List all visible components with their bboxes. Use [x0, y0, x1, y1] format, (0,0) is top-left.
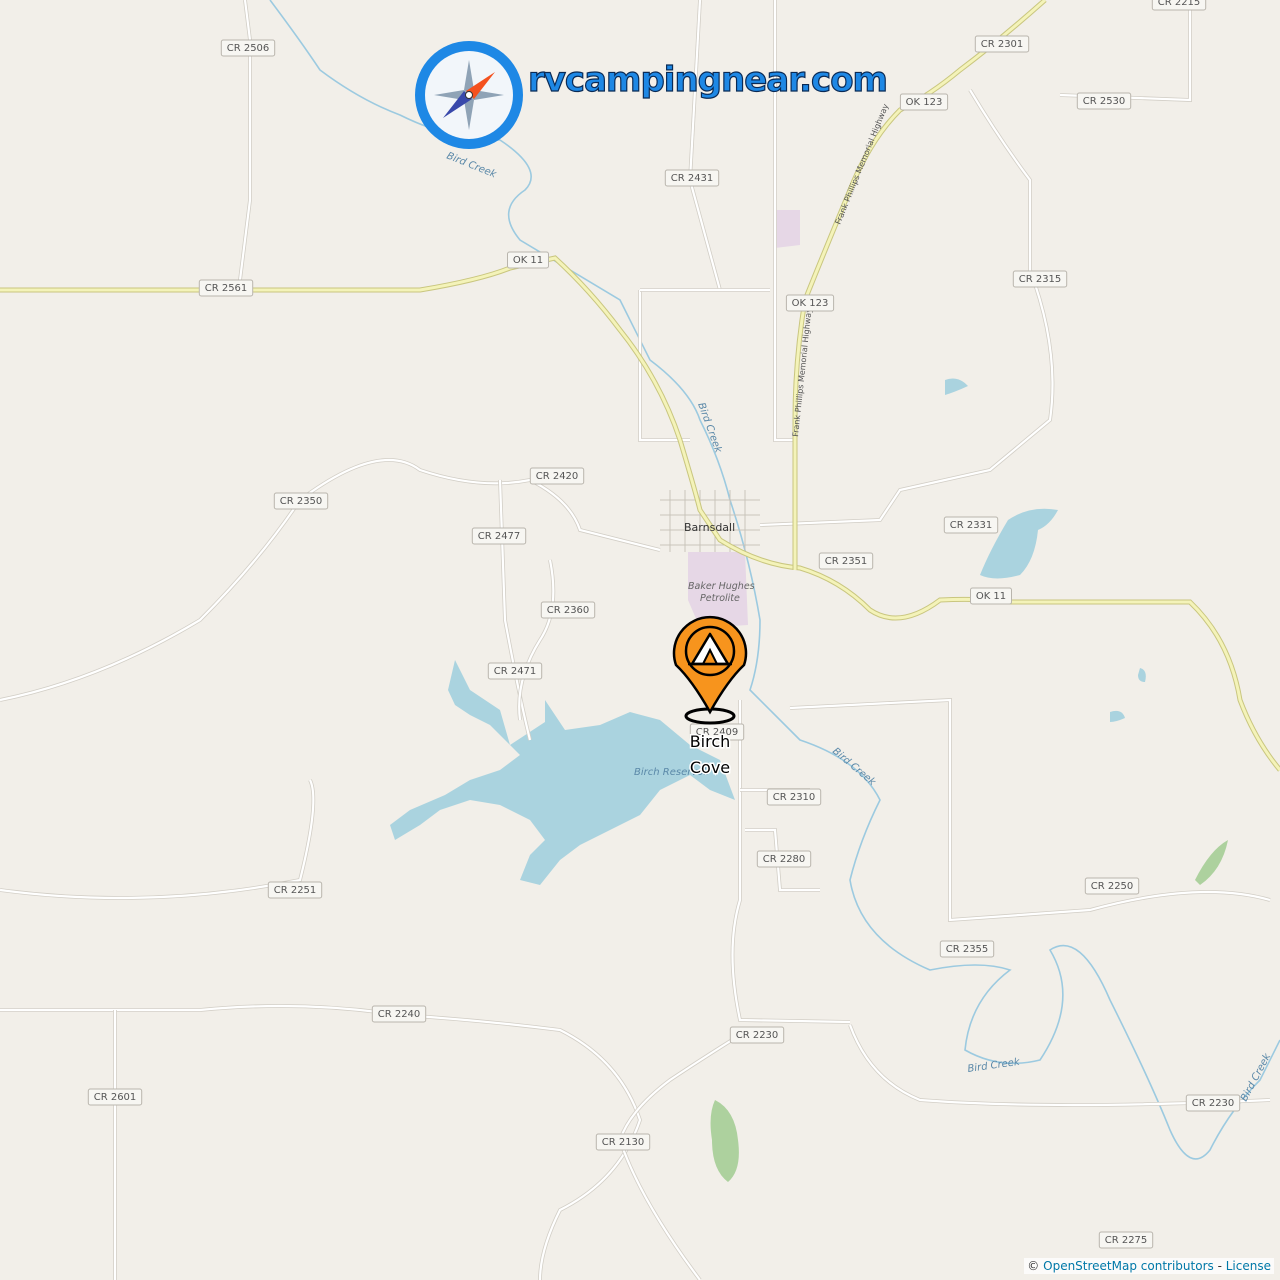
road-shield-label: CR 2240: [378, 1009, 421, 1020]
road-shield-label: CR 2360: [547, 605, 590, 616]
road-shield-label: CR 2230: [1192, 1098, 1235, 1109]
logo-text: rvcampingnear.com: [528, 60, 887, 100]
road-shield-label: CR 2506: [227, 43, 270, 54]
road-shield-label: CR 2561: [205, 283, 248, 294]
osm-contributors-link[interactable]: OpenStreetMap contributors: [1043, 1259, 1214, 1273]
road-shield: CR 2250: [1084, 877, 1140, 895]
copyright-symbol: ©: [1027, 1259, 1040, 1273]
road-shield-label: CR 2130: [602, 1137, 645, 1148]
road-shield-label: OK 11: [976, 591, 1006, 602]
road-shield: CR 2561: [198, 279, 254, 297]
camping-tent-marker-icon: [684, 625, 736, 677]
road-shield: CR 2351: [818, 552, 874, 570]
road-shield: OK 11: [507, 251, 549, 269]
road-shield: CR 2251: [267, 881, 323, 899]
map-canvas[interactable]: Bird Creek Bird Creek Bird Creek Bird Cr…: [0, 0, 1280, 1280]
road-shield: CR 2477: [471, 527, 527, 545]
license-link[interactable]: License: [1226, 1259, 1271, 1273]
road-shield: CR 2506: [220, 39, 276, 57]
map-attribution: © OpenStreetMap contributors - License: [1024, 1258, 1274, 1274]
road-shield: OK 123: [899, 93, 949, 111]
road-shield: CR 2331: [943, 516, 999, 534]
road-shield: CR 2310: [766, 788, 822, 806]
road-shield-label: CR 2230: [736, 1030, 779, 1041]
road-shield-label: CR 2215: [1158, 0, 1201, 8]
road-shield: OK 123: [785, 294, 835, 312]
marker-name-line2: Cove: [690, 758, 730, 777]
road-shield: CR 2360: [540, 601, 596, 619]
facility-label: Petrolite: [700, 593, 740, 604]
road-shield-label: CR 2355: [946, 944, 989, 955]
road-shield: CR 2431: [664, 169, 720, 187]
road-shield: CR 2350: [273, 492, 329, 510]
road-shield: CR 2530: [1076, 92, 1132, 110]
road-shield: CR 2315: [1012, 270, 1068, 288]
road-shield: CR 2301: [974, 35, 1030, 53]
compass-icon: [415, 41, 523, 149]
road-shield-label: CR 2350: [280, 496, 323, 507]
road-shield: CR 2280: [756, 850, 812, 868]
road-shield: OK 11: [970, 587, 1012, 605]
road-shield-label: CR 2250: [1091, 881, 1134, 892]
road-shield-label: CR 2471: [494, 666, 537, 677]
road-shield: CR 2471: [487, 662, 543, 680]
road-shield: CR 2230: [1185, 1094, 1241, 1112]
road-shield-label: CR 2477: [478, 531, 521, 542]
road-shield: CR 2230: [729, 1026, 785, 1044]
facility-label: Baker Hughes: [688, 581, 755, 592]
road-shield-label: CR 2351: [825, 556, 868, 567]
road-shield-label: CR 2431: [671, 173, 714, 184]
road-shield-label: CR 2251: [274, 885, 317, 896]
road-shield-label: OK 11: [513, 255, 543, 266]
road-shield-label: CR 2530: [1083, 96, 1126, 107]
road-shield: CR 2420: [529, 467, 585, 485]
road-shield-label: OK 123: [906, 97, 943, 108]
road-shield-label: CR 2301: [981, 39, 1024, 50]
road-shield-label: OK 123: [792, 298, 829, 309]
road-shield: CR 2215: [1151, 0, 1207, 11]
road-shield-label: CR 2275: [1105, 1235, 1148, 1246]
road-shield: CR 2355: [939, 940, 995, 958]
road-shield-label: CR 2420: [536, 471, 579, 482]
attribution-separator: -: [1217, 1259, 1222, 1273]
road-shield-label: CR 2331: [950, 520, 993, 531]
road-shield: CR 2275: [1098, 1231, 1154, 1249]
road-shield-label: CR 2280: [763, 854, 806, 865]
road-shield-label: CR 2601: [94, 1092, 137, 1103]
road-shield-label: CR 2310: [773, 792, 816, 803]
road-shield: CR 2240: [371, 1005, 427, 1023]
road-shield: CR 2130: [595, 1133, 651, 1151]
road-shield-label: CR 2315: [1019, 274, 1062, 285]
marker-name-line1: Birch: [690, 732, 731, 751]
road-shield: CR 2601: [87, 1088, 143, 1106]
town-label: Barnsdall: [684, 521, 735, 534]
